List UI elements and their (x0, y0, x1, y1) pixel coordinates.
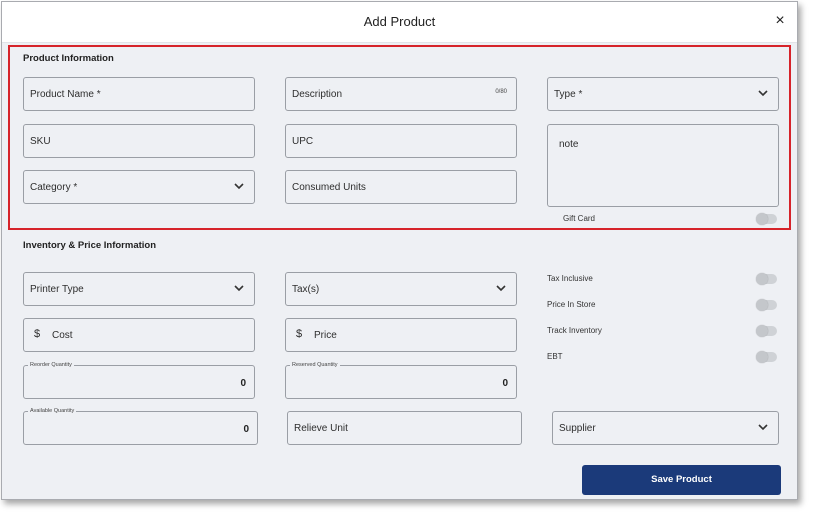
reorder-quantity-value: 0 (240, 378, 246, 389)
dialog-title: Add Product (363, 14, 436, 29)
price-in-store-label: Price In Store (547, 300, 596, 309)
available-quantity-value: 0 (243, 424, 249, 435)
chevron-down-icon (234, 285, 244, 292)
inventory-price-title: Inventory & Price Information (23, 240, 157, 251)
description-char-counter: 0/80 (495, 89, 507, 95)
category-placeholder: Category * (30, 182, 78, 193)
price-in-store-toggle[interactable] (756, 299, 777, 311)
dollar-icon: $ (296, 328, 303, 340)
chevron-down-icon (496, 285, 506, 292)
toggle-knob (756, 351, 768, 363)
toggle-knob (756, 213, 768, 225)
available-quantity-field[interactable]: Available Quantity 0 (23, 408, 258, 445)
upc-field[interactable]: UPC (285, 124, 517, 158)
category-select[interactable]: Category * (23, 170, 255, 204)
reserved-quantity-value: 0 (502, 378, 508, 389)
chevron-down-icon (234, 183, 244, 190)
chevron-down-icon (758, 90, 768, 97)
supplier-select[interactable]: Supplier (552, 411, 779, 445)
tax-inclusive-toggle[interactable] (756, 273, 777, 285)
cost-field[interactable]: $ Cost (23, 318, 255, 352)
product-information-title: Product Information (23, 53, 114, 64)
ebt-label: EBT (547, 352, 563, 361)
description-placeholder: Description (292, 89, 343, 100)
taxes-placeholder: Tax(s) (292, 284, 320, 295)
save-product-button[interactable]: Save Product (582, 465, 781, 495)
price-field[interactable]: $ Price (285, 318, 517, 352)
note-textarea[interactable]: note (547, 124, 779, 207)
taxes-select[interactable]: Tax(s) (285, 272, 517, 306)
printer-type-select[interactable]: Printer Type (23, 272, 255, 306)
note-placeholder: note (559, 139, 579, 150)
upc-placeholder: UPC (292, 136, 314, 147)
add-product-dialog: Add Product × Product Information Produc… (1, 1, 798, 500)
track-inventory-label: Track Inventory (547, 326, 602, 335)
ebt-toggle[interactable] (756, 351, 777, 363)
sku-placeholder: SKU (30, 136, 51, 147)
toggle-knob (756, 273, 768, 285)
consumed-units-placeholder: Consumed Units (292, 182, 366, 193)
reserved-quantity-label: Reserved Quantity (290, 362, 340, 369)
reorder-quantity-field[interactable]: Reorder Quantity 0 (23, 362, 255, 399)
toggle-knob (756, 325, 768, 337)
cost-placeholder: Cost (52, 330, 73, 341)
reorder-quantity-label: Reorder Quantity (28, 362, 74, 369)
gift-card-label: Gift Card (563, 214, 596, 223)
product-name-field[interactable]: Product Name * (23, 77, 255, 111)
relieve-unit-field[interactable]: Relieve Unit (287, 411, 522, 445)
toggle-knob (756, 299, 768, 311)
close-icon[interactable]: × (772, 12, 788, 30)
dollar-icon: $ (34, 328, 41, 340)
available-quantity-label: Available Quantity (28, 408, 77, 415)
sku-field[interactable]: SKU (23, 124, 255, 158)
type-select[interactable]: Type * (547, 77, 779, 111)
reserved-quantity-field[interactable]: Reserved Quantity 0 (285, 362, 517, 399)
consumed-units-field[interactable]: Consumed Units (285, 170, 517, 204)
type-placeholder: Type * (554, 89, 583, 100)
tax-inclusive-label: Tax Inclusive (547, 274, 593, 283)
chevron-down-icon (758, 424, 768, 431)
relieve-unit-placeholder: Relieve Unit (294, 423, 348, 434)
price-placeholder: Price (314, 330, 337, 341)
dialog-header: Add Product × (2, 2, 797, 43)
product-name-placeholder: Product Name * (30, 89, 101, 100)
supplier-placeholder: Supplier (559, 423, 596, 434)
description-field[interactable]: Description 0/80 (285, 77, 517, 111)
printer-type-placeholder: Printer Type (30, 284, 84, 295)
track-inventory-toggle[interactable] (756, 325, 777, 337)
gift-card-toggle[interactable] (756, 213, 777, 225)
